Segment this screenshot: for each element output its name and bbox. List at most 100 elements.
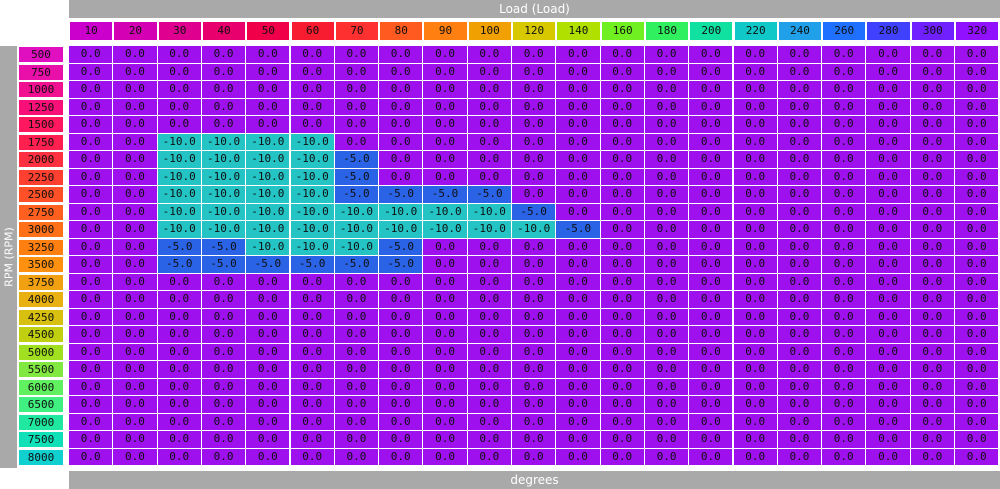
- table-cell[interactable]: 0.0: [600, 151, 645, 169]
- table-cell[interactable]: -10.0: [290, 203, 335, 221]
- table-cell[interactable]: 0.0: [600, 361, 645, 379]
- table-cell[interactable]: 0.0: [556, 256, 601, 274]
- table-cell[interactable]: 0.0: [689, 273, 734, 291]
- table-cell[interactable]: -5.0: [379, 256, 424, 274]
- table-cell[interactable]: 0.0: [910, 396, 955, 414]
- table-cell[interactable]: 0.0: [689, 448, 734, 466]
- table-cell[interactable]: 0.0: [69, 256, 114, 274]
- table-cell[interactable]: 0.0: [556, 413, 601, 431]
- table-cell[interactable]: 0.0: [379, 133, 424, 151]
- table-cell[interactable]: 0.0: [733, 256, 778, 274]
- table-cell[interactable]: 0.0: [246, 308, 291, 326]
- table-cell[interactable]: 0.0: [822, 256, 867, 274]
- table-cell[interactable]: 0.0: [290, 46, 335, 64]
- table-cell[interactable]: 0.0: [379, 273, 424, 291]
- table-cell[interactable]: 0.0: [910, 326, 955, 344]
- table-cell[interactable]: 0.0: [512, 291, 557, 309]
- row-header-5000[interactable]: 5000: [18, 343, 64, 361]
- table-cell[interactable]: 0.0: [512, 238, 557, 256]
- table-cell[interactable]: 0.0: [733, 151, 778, 169]
- table-cell[interactable]: 0.0: [423, 361, 468, 379]
- table-cell[interactable]: 0.0: [822, 273, 867, 291]
- table-cell[interactable]: 0.0: [910, 291, 955, 309]
- table-cell[interactable]: 0.0: [379, 448, 424, 466]
- table-cell[interactable]: 0.0: [113, 256, 158, 274]
- table-cell[interactable]: 0.0: [334, 396, 380, 414]
- table-cell[interactable]: 0.0: [201, 308, 247, 326]
- table-cell[interactable]: 0.0: [733, 46, 778, 64]
- table-cell[interactable]: 0.0: [777, 238, 823, 256]
- table-cell[interactable]: 0.0: [556, 81, 601, 99]
- row-header-1250[interactable]: 1250: [18, 98, 64, 116]
- table-cell[interactable]: -10.0: [201, 168, 247, 186]
- table-cell[interactable]: 0.0: [689, 221, 734, 239]
- table-cell[interactable]: 0.0: [910, 256, 955, 274]
- table-cell[interactable]: 0.0: [423, 431, 468, 449]
- table-cell[interactable]: 0.0: [556, 238, 601, 256]
- table-cell[interactable]: 0.0: [866, 81, 911, 99]
- table-cell[interactable]: 0.0: [955, 291, 1000, 309]
- table-cell[interactable]: 0.0: [777, 203, 823, 221]
- table-cell[interactable]: 0.0: [600, 291, 645, 309]
- row-header-4500[interactable]: 4500: [18, 326, 64, 343]
- table-cell[interactable]: 0.0: [69, 431, 114, 449]
- column-header-280[interactable]: 280: [866, 21, 911, 41]
- table-cell[interactable]: -10.0: [246, 238, 291, 256]
- table-cell[interactable]: 0.0: [290, 431, 335, 449]
- table-cell[interactable]: 0.0: [822, 46, 867, 64]
- table-cell[interactable]: 0.0: [379, 361, 424, 379]
- table-cell[interactable]: 0.0: [423, 81, 468, 99]
- table-cell[interactable]: 0.0: [733, 238, 778, 256]
- table-cell[interactable]: 0.0: [910, 63, 955, 81]
- table-cell[interactable]: 0.0: [423, 326, 468, 344]
- table-cell[interactable]: 0.0: [379, 396, 424, 414]
- table-cell[interactable]: 0.0: [733, 116, 778, 134]
- table-cell[interactable]: 0.0: [290, 116, 335, 134]
- column-header-220[interactable]: 220: [733, 21, 778, 41]
- table-cell[interactable]: 0.0: [556, 291, 601, 309]
- column-header-100[interactable]: 100: [467, 21, 512, 41]
- table-cell[interactable]: 0.0: [777, 168, 823, 186]
- table-cell[interactable]: 0.0: [290, 308, 335, 326]
- table-cell[interactable]: -5.0: [334, 256, 380, 274]
- table-cell[interactable]: 0.0: [644, 396, 690, 414]
- table-cell[interactable]: 0.0: [955, 133, 1000, 151]
- table-cell[interactable]: 0.0: [910, 413, 955, 431]
- row-header-1750[interactable]: 1750: [18, 133, 64, 151]
- table-cell[interactable]: 0.0: [822, 448, 867, 466]
- table-cell[interactable]: 0.0: [423, 168, 468, 186]
- table-cell[interactable]: 0.0: [822, 343, 867, 361]
- table-cell[interactable]: 0.0: [777, 396, 823, 414]
- table-cell[interactable]: 0.0: [467, 238, 512, 256]
- table-cell[interactable]: 0.0: [556, 133, 601, 151]
- table-cell[interactable]: 0.0: [157, 448, 202, 466]
- table-cell[interactable]: 0.0: [600, 326, 645, 344]
- table-cell[interactable]: 0.0: [157, 431, 202, 449]
- table-cell[interactable]: -10.0: [290, 186, 335, 204]
- table-cell[interactable]: 0.0: [733, 81, 778, 99]
- column-header-160[interactable]: 160: [600, 21, 645, 41]
- table-cell[interactable]: 0.0: [556, 326, 601, 344]
- table-cell[interactable]: 0.0: [777, 133, 823, 151]
- table-cell[interactable]: -5.0: [334, 168, 380, 186]
- table-cell[interactable]: 0.0: [910, 116, 955, 134]
- table-cell[interactable]: 0.0: [733, 273, 778, 291]
- table-cell[interactable]: 0.0: [113, 326, 158, 344]
- table-cell[interactable]: 0.0: [600, 378, 645, 396]
- table-cell[interactable]: 0.0: [955, 63, 1000, 81]
- table-cell[interactable]: 0.0: [334, 133, 380, 151]
- table-cell[interactable]: 0.0: [69, 413, 114, 431]
- table-cell[interactable]: 0.0: [955, 151, 1000, 169]
- table-cell[interactable]: 0.0: [644, 291, 690, 309]
- table-cell[interactable]: 0.0: [201, 326, 247, 344]
- table-cell[interactable]: -5.0: [334, 186, 380, 204]
- row-header-7500[interactable]: 7500: [18, 431, 64, 448]
- table-cell[interactable]: 0.0: [512, 343, 557, 361]
- table-cell[interactable]: 0.0: [69, 308, 114, 326]
- table-cell[interactable]: 0.0: [866, 116, 911, 134]
- table-cell[interactable]: 0.0: [689, 81, 734, 99]
- table-cell[interactable]: 0.0: [512, 361, 557, 379]
- table-cell[interactable]: 0.0: [201, 291, 247, 309]
- table-cell[interactable]: 0.0: [334, 46, 380, 64]
- table-cell[interactable]: 0.0: [512, 413, 557, 431]
